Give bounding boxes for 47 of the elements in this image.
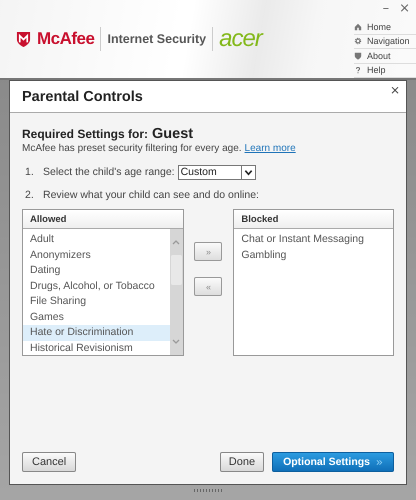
list-item[interactable]: Anonymizers (23, 248, 170, 263)
chevron-down-icon (244, 168, 253, 176)
product-name: Internet Security (107, 32, 206, 46)
list-item[interactable]: Games (23, 310, 170, 325)
nav-link[interactable]: Navigation (354, 34, 416, 49)
list-header: Allowed (23, 210, 183, 229)
brand-name: McAfee (37, 29, 94, 49)
cancel-button[interactable]: Cancel (22, 452, 76, 472)
chevron-icon (376, 458, 383, 466)
shield-icon (354, 52, 362, 60)
scroll-thumb[interactable] (170, 255, 182, 285)
list-item[interactable]: Drugs, Alcohol, or Tobacco (23, 278, 170, 294)
scrollbar[interactable] (170, 229, 183, 355)
user-name: Guest (152, 126, 194, 142)
scroll-up-icon[interactable] (171, 238, 182, 246)
step-number: 1. (24, 166, 35, 178)
done-button[interactable]: Done (220, 452, 264, 472)
scroll-down-icon[interactable] (171, 338, 182, 346)
step-label: Review what your child can see and do online: (43, 189, 259, 201)
minimize-button[interactable]: – (380, 2, 392, 16)
settings-heading: Required Settings for: (22, 127, 148, 141)
nav-link[interactable]: Help (354, 64, 416, 78)
list-item[interactable]: Gambling (234, 248, 393, 263)
shield-logo-icon (16, 30, 31, 48)
learn-more-link[interactable]: Learn more (244, 143, 296, 154)
list-item[interactable]: Hate or Discrimination (23, 325, 170, 340)
optional-settings-button[interactable]: Optional Settings (272, 452, 394, 472)
description-text: McAfee has preset security filtering for every age. (22, 143, 242, 154)
question-icon (354, 66, 362, 74)
step-label: Select the child's age range: (43, 166, 175, 178)
home-icon (354, 22, 362, 31)
list-item[interactable]: Historical Revisionism (23, 340, 170, 355)
dialog-title: Parental Controls (22, 88, 143, 104)
nav-link[interactable]: About (354, 49, 416, 64)
gear-icon (354, 37, 362, 46)
partner-logo: acer (219, 27, 262, 51)
list-item[interactable]: Adult (23, 232, 170, 248)
nav-link[interactable]: Home (354, 20, 416, 34)
list-item[interactable]: Chat or Instant Messaging (234, 232, 393, 248)
list-header: Blocked (234, 210, 393, 229)
list-item[interactable]: File Sharing (23, 294, 170, 310)
close-button[interactable]: × (390, 83, 400, 97)
close-button[interactable]: × (397, 2, 412, 16)
resize-grip[interactable] (194, 489, 222, 492)
age-range-dropdown[interactable]: Custom (178, 164, 256, 180)
list-item[interactable]: Dating (23, 263, 170, 278)
step-number: 2. (24, 189, 35, 201)
